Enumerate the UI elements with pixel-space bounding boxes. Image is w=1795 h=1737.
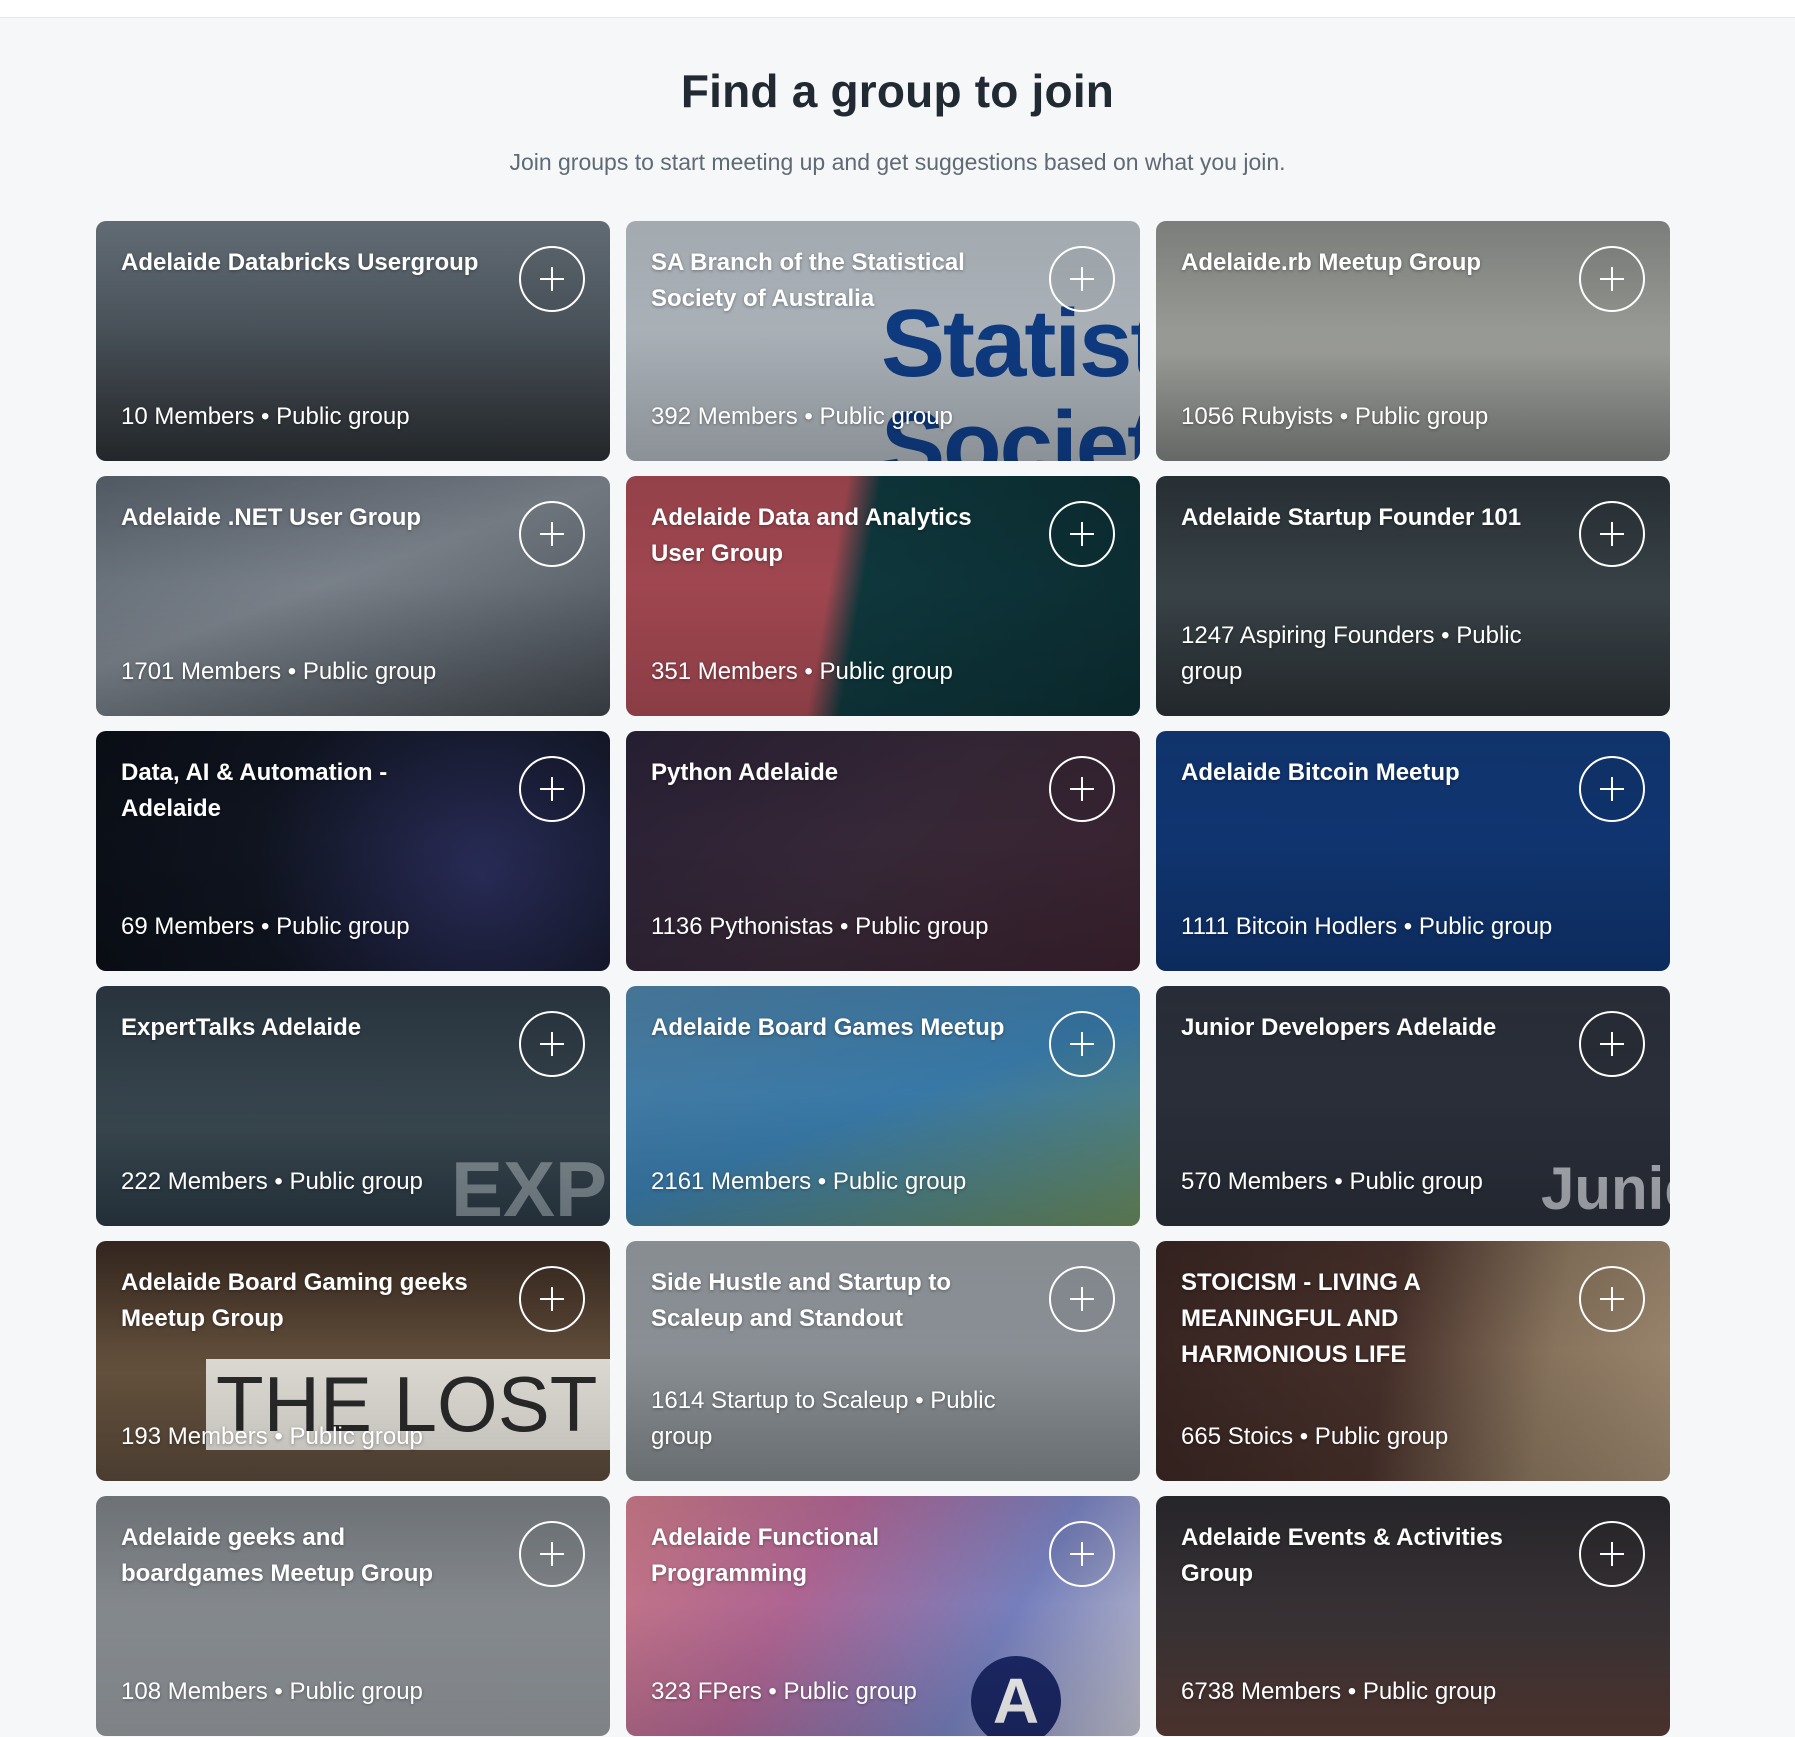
find-group-page: Find a group to join Join groups to star… (0, 18, 1795, 1737)
plus-icon (1067, 1539, 1097, 1569)
group-card-title[interactable]: STOICISM - LIVING A MEANINGFUL AND HARMO… (1181, 1265, 1551, 1373)
page-subtitle: Join groups to start meeting up and get … (509, 149, 1286, 175)
join-group-button[interactable] (519, 756, 585, 822)
group-card[interactable]: Adelaide Bitcoin Meetup 1111 Bitcoin Hodl… (1156, 731, 1670, 971)
join-group-button[interactable] (519, 501, 585, 567)
group-card-title[interactable]: SA Branch of the Statistical Society of … (651, 245, 1021, 317)
group-card-meta: 6738 Members • Public group (1181, 1678, 1497, 1705)
group-card-meta: 193 Members • Public group (121, 1423, 423, 1450)
join-group-button[interactable] (1049, 246, 1115, 312)
plus-icon (1067, 1284, 1097, 1314)
plus-icon (1597, 1029, 1627, 1059)
group-card-title[interactable]: Adelaide Board Gaming geeks Meetup Group (121, 1265, 491, 1337)
group-card-meta: 1136 Pythonistas • Public group (651, 913, 989, 940)
group-card-meta: 351 Members • Public group (651, 658, 953, 685)
group-card-meta: 2161 Members • Public group (651, 1168, 967, 1195)
group-card-title[interactable]: Adelaide Data and Analytics User Group (651, 500, 1021, 572)
plus-icon (1597, 264, 1627, 294)
group-card-meta: 323 FPers • Public group (651, 1678, 917, 1705)
group-card-title[interactable]: Side Hustle and Startup to Scaleup and S… (651, 1265, 1021, 1337)
join-group-button[interactable] (1579, 756, 1645, 822)
plus-icon (537, 774, 567, 804)
join-group-button[interactable] (1579, 1521, 1645, 1587)
group-card-meta: 10 Members • Public group (121, 403, 410, 430)
join-group-button[interactable] (1049, 1521, 1115, 1587)
group-card[interactable]: Python Adelaide 1136 Pythonistas • Public… (626, 731, 1140, 971)
group-card-meta: 665 Stoics • Public group (1181, 1423, 1449, 1450)
join-group-button[interactable] (519, 1011, 585, 1077)
join-group-button[interactable] (1579, 1011, 1645, 1077)
group-card-title[interactable]: Data, AI & Automation - Adelaide (121, 755, 491, 827)
group-card-meta: 1111 Bitcoin Hodlers • Public group (1181, 913, 1553, 940)
join-group-button[interactable] (519, 1521, 585, 1587)
group-card-title[interactable]: Adelaide .NET User Group (121, 500, 491, 536)
group-card-title[interactable]: Adelaide Board Games Meetup (651, 1010, 1021, 1046)
group-card-meta: 1614 Startup to Scaleup • Public group (651, 1387, 996, 1450)
group-card[interactable]: Adelaide geeks and boardgames Meetup Gro… (96, 1496, 610, 1736)
group-card[interactable]: STOICISM - LIVING A MEANINGFUL AND HARMO… (1156, 1241, 1670, 1481)
group-card-title[interactable]: Adelaide geeks and boardgames Meetup Gro… (121, 1520, 491, 1592)
plus-icon (537, 1029, 567, 1059)
group-card[interactable]: AAdelaide Functional Programming323 FPer… (626, 1496, 1140, 1736)
group-card[interactable]: JunicJunior Developers Adelaide570 Membe… (1156, 986, 1670, 1226)
group-card-title[interactable]: Adelaide.rb Meetup Group (1181, 245, 1551, 281)
plus-icon (537, 519, 567, 549)
plus-icon (1597, 1284, 1627, 1314)
group-card[interactable]: EXPEExpertTalks Adelaide222 Members • Pu… (96, 986, 610, 1226)
group-card[interactable]: THE LOST DICEAdelaide Board Gaming geeks… (96, 1241, 610, 1481)
plus-icon (1067, 774, 1097, 804)
group-card-meta: 570 Members • Public group (1181, 1168, 1483, 1195)
group-card-title[interactable]: Adelaide Functional Programming (651, 1520, 1021, 1592)
plus-icon (1067, 264, 1097, 294)
plus-icon (1067, 519, 1097, 549)
plus-icon (1597, 519, 1627, 549)
group-card-title[interactable]: Adelaide Bitcoin Meetup (1181, 755, 1551, 791)
group-card-title[interactable]: Junior Developers Adelaide (1181, 1010, 1551, 1046)
join-group-button[interactable] (1579, 246, 1645, 312)
join-group-button[interactable] (1049, 1011, 1115, 1077)
group-card[interactable]: Side Hustle and Startup to Scaleup and S… (626, 1241, 1140, 1481)
plus-icon (1597, 1539, 1627, 1569)
group-card[interactable]: Adelaide Board Games Meetup 2161 Members … (626, 986, 1140, 1226)
join-group-button[interactable] (1049, 501, 1115, 567)
plus-icon (537, 1284, 567, 1314)
group-card-meta: 222 Members • Public group (121, 1168, 423, 1195)
join-group-button[interactable] (1579, 501, 1645, 567)
group-card[interactable]: Adelaide .NET User Group 1701 Members • P… (96, 476, 610, 716)
group-card-meta: 108 Members • Public group (121, 1678, 423, 1705)
plus-icon (1597, 774, 1627, 804)
group-card-title[interactable]: ExpertTalks Adelaide (121, 1010, 491, 1046)
group-card-meta: 1701 Members • Public group (121, 658, 437, 685)
join-group-button[interactable] (1579, 1266, 1645, 1332)
join-group-button[interactable] (1049, 1266, 1115, 1332)
group-card[interactable]: Adelaide Databricks Usergroup 10 Members … (96, 221, 610, 461)
group-card-meta: 1056 Rubyists • Public group (1181, 403, 1489, 430)
top-bar (0, 0, 1795, 18)
join-group-button[interactable] (1049, 756, 1115, 822)
group-card-title[interactable]: Python Adelaide (651, 755, 1021, 791)
group-card-meta: 69 Members • Public group (121, 913, 410, 940)
join-group-button[interactable] (519, 246, 585, 312)
plus-icon (1067, 1029, 1097, 1059)
join-group-button[interactable] (519, 1266, 585, 1332)
group-card-title[interactable]: Adelaide Startup Founder 101 (1181, 500, 1551, 536)
group-card[interactable]: Adelaide Data and Analytics User Group 35… (626, 476, 1140, 716)
group-grid: Adelaide Databricks Usergroup 10 Members … (96, 221, 1671, 1736)
group-card[interactable]: Data, AI & Automation - Adelaide 69 Membe… (96, 731, 610, 971)
group-card-title[interactable]: Adelaide Databricks Usergroup (121, 245, 491, 281)
page-title: Find a group to join (680, 65, 1115, 117)
plus-icon (537, 1539, 567, 1569)
group-card-meta: 1247 Aspiring Founders • Public group (1181, 622, 1522, 685)
group-card[interactable]: Adelaide Events & Activities Group 6738 M… (1156, 1496, 1670, 1736)
group-card[interactable]: Adelaide Startup Founder 101 1247 Aspirin… (1156, 476, 1670, 716)
plus-icon (537, 264, 567, 294)
group-card[interactable]: Adelaide.rb Meetup Group 1056 Rubyists • … (1156, 221, 1670, 461)
group-card-meta: 392 Members • Public group (651, 403, 953, 430)
group-card[interactable]: StatistSocietSA Branch of the Statistica… (626, 221, 1140, 461)
group-card-title[interactable]: Adelaide Events & Activities Group (1181, 1520, 1551, 1592)
